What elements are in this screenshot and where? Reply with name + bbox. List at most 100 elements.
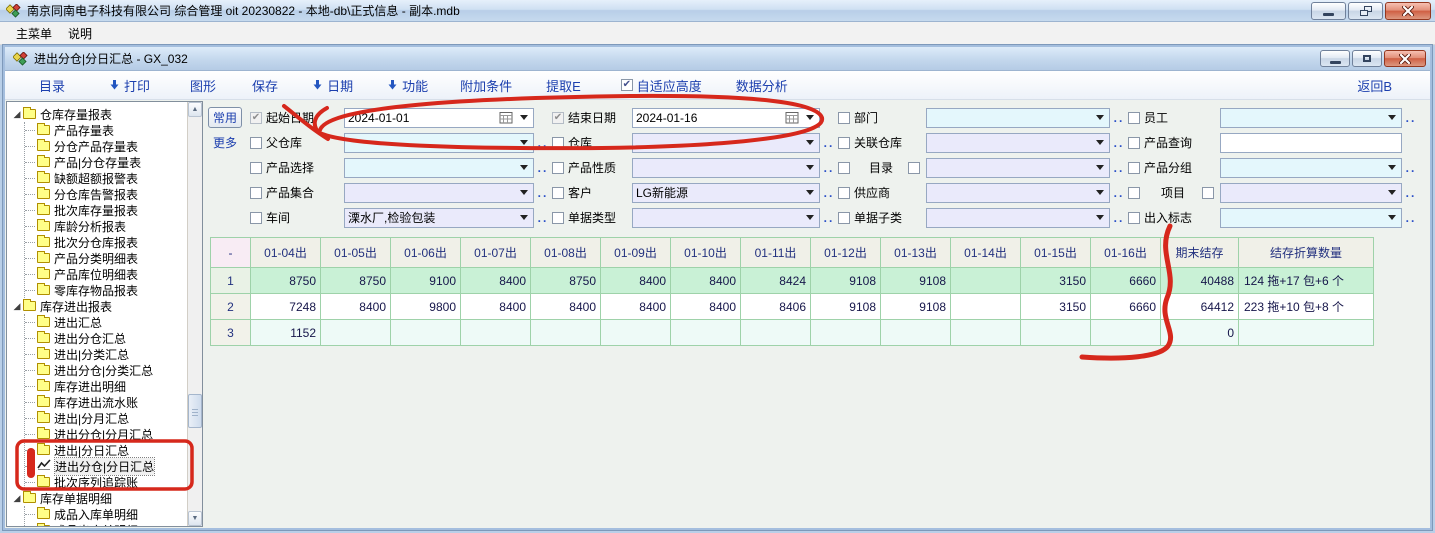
dropdown-arrow-icon[interactable]	[1388, 215, 1396, 220]
tree-item-进出|分月汇总[interactable]: 进出|分月汇总	[25, 410, 187, 426]
data-cell[interactable]: 8750	[321, 268, 391, 294]
date-field-结束日期[interactable]: 2024-01-16	[632, 108, 820, 128]
data-cell[interactable]	[1239, 320, 1374, 346]
tree-item-批次序列追踪账[interactable]: 批次序列追踪账	[25, 474, 187, 490]
browse-dots[interactable]: ..	[820, 161, 838, 175]
date-field-起始日期[interactable]: 2024-01-01	[344, 108, 534, 128]
scrollbar-thumb[interactable]	[188, 394, 202, 428]
filter-checkbox-结束日期[interactable]	[552, 112, 564, 124]
tree-item-零库存物品报表[interactable]: 零库存物品报表	[25, 282, 187, 298]
toolbar-item-功能[interactable]: 功能	[387, 76, 428, 95]
browse-dots[interactable]: ..	[1110, 211, 1128, 225]
dropdown-arrow-icon[interactable]	[1096, 140, 1104, 145]
tree-scrollbar[interactable]: ▲ ▼	[187, 102, 202, 526]
minimize-button[interactable]	[1311, 2, 1346, 20]
data-cell[interactable]: 8406	[741, 294, 811, 320]
filter-checkbox-出入标志[interactable]	[1128, 212, 1140, 224]
browse-dots[interactable]: ..	[1110, 111, 1128, 125]
data-cell[interactable]	[881, 320, 951, 346]
dropdown-arrow-icon[interactable]	[806, 140, 814, 145]
dropdown-arrow-icon[interactable]	[806, 165, 814, 170]
filter-extra-checkbox-目录[interactable]	[908, 162, 920, 174]
menu-item-说明[interactable]: 说明	[60, 23, 100, 44]
toolbar-item-附加条件[interactable]: 附加条件	[460, 76, 512, 95]
data-cell[interactable]	[1091, 320, 1161, 346]
restore-button[interactable]	[1348, 2, 1383, 20]
data-cell[interactable]: 9108	[881, 294, 951, 320]
dropdown-供应商[interactable]	[926, 183, 1110, 203]
tree-item-产品存量表[interactable]: 产品存量表	[25, 122, 187, 138]
tree-expanded-icon[interactable]: ◢	[11, 301, 23, 312]
data-cell[interactable]	[951, 294, 1021, 320]
browse-dots[interactable]: ..	[1402, 161, 1420, 175]
tree-item-产品|分仓存量表[interactable]: 产品|分仓存量表	[25, 154, 187, 170]
filter-checkbox-车间[interactable]	[250, 212, 262, 224]
tree-item-进出|分类汇总[interactable]: 进出|分类汇总	[25, 346, 187, 362]
row-number-cell[interactable]: 1	[211, 268, 251, 294]
data-cell[interactable]: 40488	[1161, 268, 1239, 294]
filter-checkbox-供应商[interactable]	[838, 187, 850, 199]
data-cell[interactable]: 3150	[1021, 294, 1091, 320]
data-cell[interactable]: 6660	[1091, 294, 1161, 320]
filter-checkbox-产品查询[interactable]	[1128, 137, 1140, 149]
toolbar-item-日期[interactable]: 日期	[312, 76, 353, 95]
data-cell[interactable]	[531, 320, 601, 346]
filter-checkbox-父仓库[interactable]	[250, 137, 262, 149]
tree-item-分仓产品存量表[interactable]: 分仓产品存量表	[25, 138, 187, 154]
tree-group-库存进出报表[interactable]: ◢库存进出报表	[11, 298, 187, 314]
dropdown-arrow-icon[interactable]	[520, 215, 528, 220]
tree-group-库存单据明细[interactable]: ◢库存单据明细	[11, 490, 187, 506]
dropdown-产品性质[interactable]	[632, 158, 820, 178]
tree-item-批次分仓库报表[interactable]: 批次分仓库报表	[25, 234, 187, 250]
filter-checkbox-员工[interactable]	[1128, 112, 1140, 124]
dropdown-arrow-icon[interactable]	[520, 165, 528, 170]
data-cell[interactable]: 8400	[601, 294, 671, 320]
data-cell[interactable]: 8400	[671, 294, 741, 320]
data-cell[interactable]: 8400	[671, 268, 741, 294]
data-cell[interactable]	[951, 320, 1021, 346]
filter-checkbox-客户[interactable]	[552, 187, 564, 199]
data-cell[interactable]	[461, 320, 531, 346]
data-cell[interactable]: 9108	[811, 294, 881, 320]
dropdown-单据类型[interactable]	[632, 208, 820, 228]
dropdown-产品分组[interactable]	[1220, 158, 1402, 178]
tree-item-产品库位明细表[interactable]: 产品库位明细表	[25, 266, 187, 282]
tree-item-成品出库单明细[interactable]: 成品出库单明细	[25, 522, 187, 526]
data-cell[interactable]: 8400	[531, 294, 601, 320]
data-cell[interactable]: 124 拖+17 包+6 个	[1239, 268, 1374, 294]
data-cell[interactable]: 9800	[391, 294, 461, 320]
tree-item-批次库存量报表[interactable]: 批次库存量报表	[25, 202, 187, 218]
data-cell[interactable]: 1152	[251, 320, 321, 346]
row-number-cell[interactable]: 3	[211, 320, 251, 346]
tree-item-库存进出流水账[interactable]: 库存进出流水账	[25, 394, 187, 410]
dropdown-客户[interactable]: LG新能源	[632, 183, 820, 203]
filter-checkbox-产品分组[interactable]	[1128, 162, 1140, 174]
toolbar-item-打印[interactable]: 打印	[109, 76, 150, 95]
dropdown-车间[interactable]: 溧水厂,检验包装	[344, 208, 534, 228]
filter-checkbox-起始日期[interactable]	[250, 112, 262, 124]
data-cell[interactable]: 7248	[251, 294, 321, 320]
tree-item-进出|分日汇总[interactable]: 进出|分日汇总	[25, 442, 187, 458]
browse-dots[interactable]: ..	[1402, 111, 1420, 125]
tree-item-产品分类明细表[interactable]: 产品分类明细表	[25, 250, 187, 266]
tree-item-分仓库告警报表[interactable]: 分仓库告警报表	[25, 186, 187, 202]
tree-item-成品入库单明细[interactable]: 成品入库单明细	[25, 506, 187, 522]
data-cell[interactable]	[741, 320, 811, 346]
filter-extra-checkbox-项目[interactable]	[1202, 187, 1214, 199]
browse-dots[interactable]: ..	[820, 136, 838, 150]
data-cell[interactable]: 6660	[1091, 268, 1161, 294]
data-cell[interactable]	[391, 320, 461, 346]
browse-dots[interactable]: ..	[820, 211, 838, 225]
input-产品查询[interactable]	[1220, 133, 1402, 153]
filter-checkbox-目录[interactable]	[838, 162, 850, 174]
data-cell[interactable]	[671, 320, 741, 346]
filter-checkbox-仓库[interactable]	[552, 137, 564, 149]
dropdown-员工[interactable]	[1220, 108, 1402, 128]
dropdown-arrow-icon[interactable]	[806, 115, 814, 120]
dropdown-arrow-icon[interactable]	[1096, 115, 1104, 120]
dropdown-arrow-icon[interactable]	[1388, 190, 1396, 195]
dropdown-出入标志[interactable]	[1220, 208, 1402, 228]
toolbar-item-目录[interactable]: 目录	[39, 76, 65, 95]
dropdown-arrow-icon[interactable]	[520, 140, 528, 145]
dropdown-产品集合[interactable]	[344, 183, 534, 203]
